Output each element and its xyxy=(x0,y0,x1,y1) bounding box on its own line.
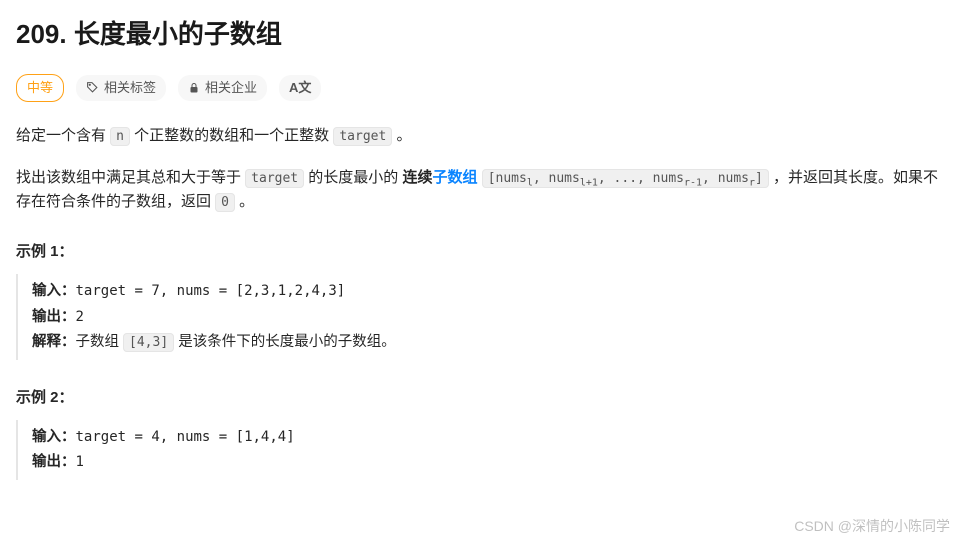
ex1-explain-code: [4,3] xyxy=(123,333,174,352)
code-zero: 0 xyxy=(215,193,235,212)
link-subarray[interactable]: 子数组 xyxy=(433,169,478,186)
code-nums-range: [numsl, numsl+1, ..., numsr-1, numsr] xyxy=(482,169,769,188)
tag-row: 中等 相关标签 相关企业 A文 xyxy=(16,74,946,103)
lock-icon xyxy=(188,82,200,94)
ex1-input: target = 7, nums = [2,3,1,2,4,3] xyxy=(76,283,346,299)
ex2-input: target = 4, nums = [1,4,4] xyxy=(76,429,295,445)
example-1-block: 输入：target = 7, nums = [2,3,1,2,4,3] 输出：2… xyxy=(16,274,946,360)
difficulty-tag[interactable]: 中等 xyxy=(16,74,64,103)
labels-text: 相关标签 xyxy=(104,78,156,99)
example-2-title: 示例 2： xyxy=(16,386,946,410)
companies-text: 相关企业 xyxy=(205,78,257,99)
tag-icon xyxy=(86,81,99,94)
ex1-input-label: 输入： xyxy=(32,283,76,299)
code-n: n xyxy=(110,127,130,146)
ex2-output-label: 输出： xyxy=(32,454,76,470)
ex1-output-label: 输出： xyxy=(32,309,76,325)
code-target: target xyxy=(333,127,392,146)
problem-title: 209. 长度最小的子数组 xyxy=(16,14,946,56)
example-1-title: 示例 1： xyxy=(16,240,946,264)
example-2-block: 输入：target = 4, nums = [1,4,4] 输出：1 xyxy=(16,420,946,480)
watermark: CSDN @深情的小陈同学 xyxy=(794,515,950,537)
code-target2: target xyxy=(245,169,304,188)
ex1-output: 2 xyxy=(76,309,84,325)
ex1-explain-label: 解释： xyxy=(32,334,76,350)
translate-tag[interactable]: A文 xyxy=(279,75,321,102)
companies-tag[interactable]: 相关企业 xyxy=(178,75,267,102)
ex2-input-label: 输入： xyxy=(32,429,76,445)
description-2: 找出该数组中满足其总和大于等于 target 的长度最小的 连续子数组 [num… xyxy=(16,166,946,214)
labels-tag[interactable]: 相关标签 xyxy=(76,75,166,102)
description-1: 给定一个含有 n 个正整数的数组和一个正整数 target 。 xyxy=(16,124,946,148)
ex2-output: 1 xyxy=(76,454,84,470)
